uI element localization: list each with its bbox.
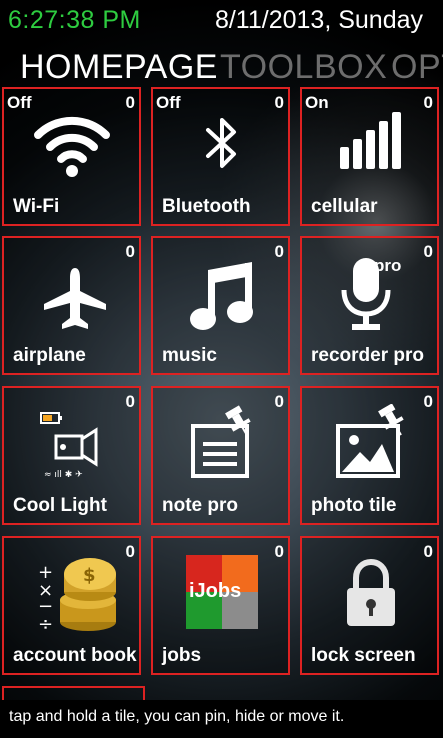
tile-label: account book	[13, 645, 137, 666]
tile-label: Wi-Fi	[13, 196, 60, 217]
tile-label: Cool Light	[13, 495, 107, 516]
tile-lock-screen[interactable]: 0 lock screen	[300, 536, 439, 675]
date-label: 8/11/2013, Sunday	[214, 6, 423, 34]
tile-music[interactable]: 0 music	[151, 236, 290, 375]
svg-text:$: $	[83, 565, 96, 586]
status-bar: 6:27:38 PM 8/11/2013, Sunday	[0, 0, 443, 42]
tile-cool-light[interactable]: 0 ≈ ıll ✱ ✈ Cool Light	[2, 386, 141, 525]
tile-recorder-pro[interactable]: 0 pro recorder pro	[300, 236, 439, 375]
pro-badge: pro	[374, 256, 402, 275]
tile-label: lock screen	[311, 645, 416, 666]
svg-text:≈ ıll ✱ ✈: ≈ ıll ✱ ✈	[44, 470, 83, 480]
tile-jobs[interactable]: 0 iJobs jobs	[151, 536, 290, 675]
tile-label: recorder pro	[311, 345, 424, 366]
hint-bar: tap and hold a tile, you can pin, hide o…	[0, 700, 443, 738]
pivot-header: HOMEPAGE TOOLBOX OPT	[0, 44, 443, 86]
tile-label: jobs	[162, 645, 202, 666]
clock-time: 6:27:38 PM	[8, 6, 141, 34]
tile-wifi[interactable]: Off 0 Wi-Fi	[2, 87, 141, 226]
tile-label: note pro	[162, 495, 238, 516]
tile-airplane[interactable]: 0 airplane	[2, 236, 141, 375]
ijobs-logo-text: iJobs	[189, 580, 242, 602]
tile-note-pro[interactable]: 0 note pro	[151, 386, 290, 525]
tile-label: Bluetooth	[162, 196, 251, 217]
pivot-options[interactable]: OPT	[391, 48, 443, 86]
tile-account-book[interactable]: 0 + × − ÷ $ account book	[2, 536, 141, 675]
pivot-toolbox[interactable]: TOOLBOX	[220, 48, 387, 86]
tile-label: photo tile	[311, 495, 397, 516]
pivot-homepage[interactable]: HOMEPAGE	[20, 48, 218, 86]
tile-label: airplane	[13, 345, 86, 366]
svg-text:÷: ÷	[38, 614, 53, 635]
tile-cellular[interactable]: On 0 cellular	[300, 87, 439, 226]
tile-label: music	[162, 345, 217, 366]
hint-text: tap and hold a tile, you can pin, hide o…	[9, 708, 345, 725]
tile-label: cellular	[311, 196, 378, 217]
tile-bluetooth[interactable]: Off 0 Bluetooth	[151, 87, 290, 226]
tile-photo-tile[interactable]: 0 photo tile	[300, 386, 439, 525]
